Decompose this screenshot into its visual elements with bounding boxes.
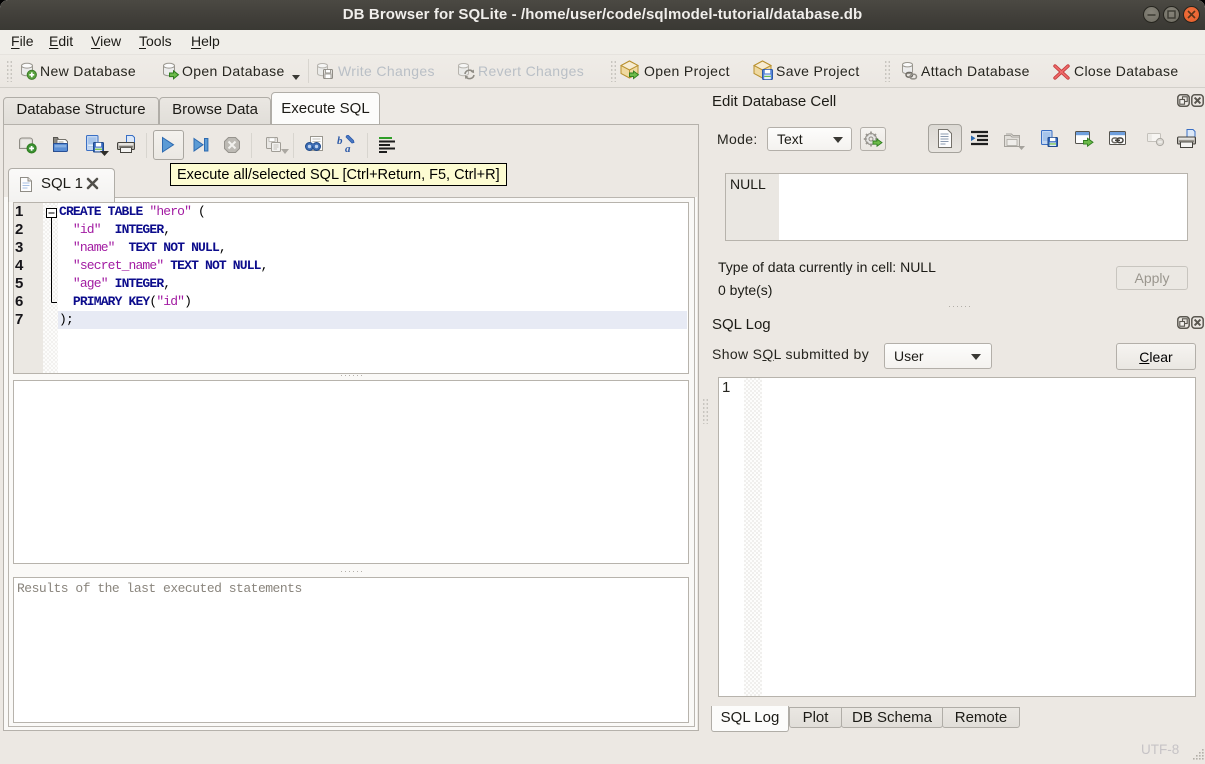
svg-text:b: b [337,135,343,147]
svg-text:a: a [345,143,351,154]
